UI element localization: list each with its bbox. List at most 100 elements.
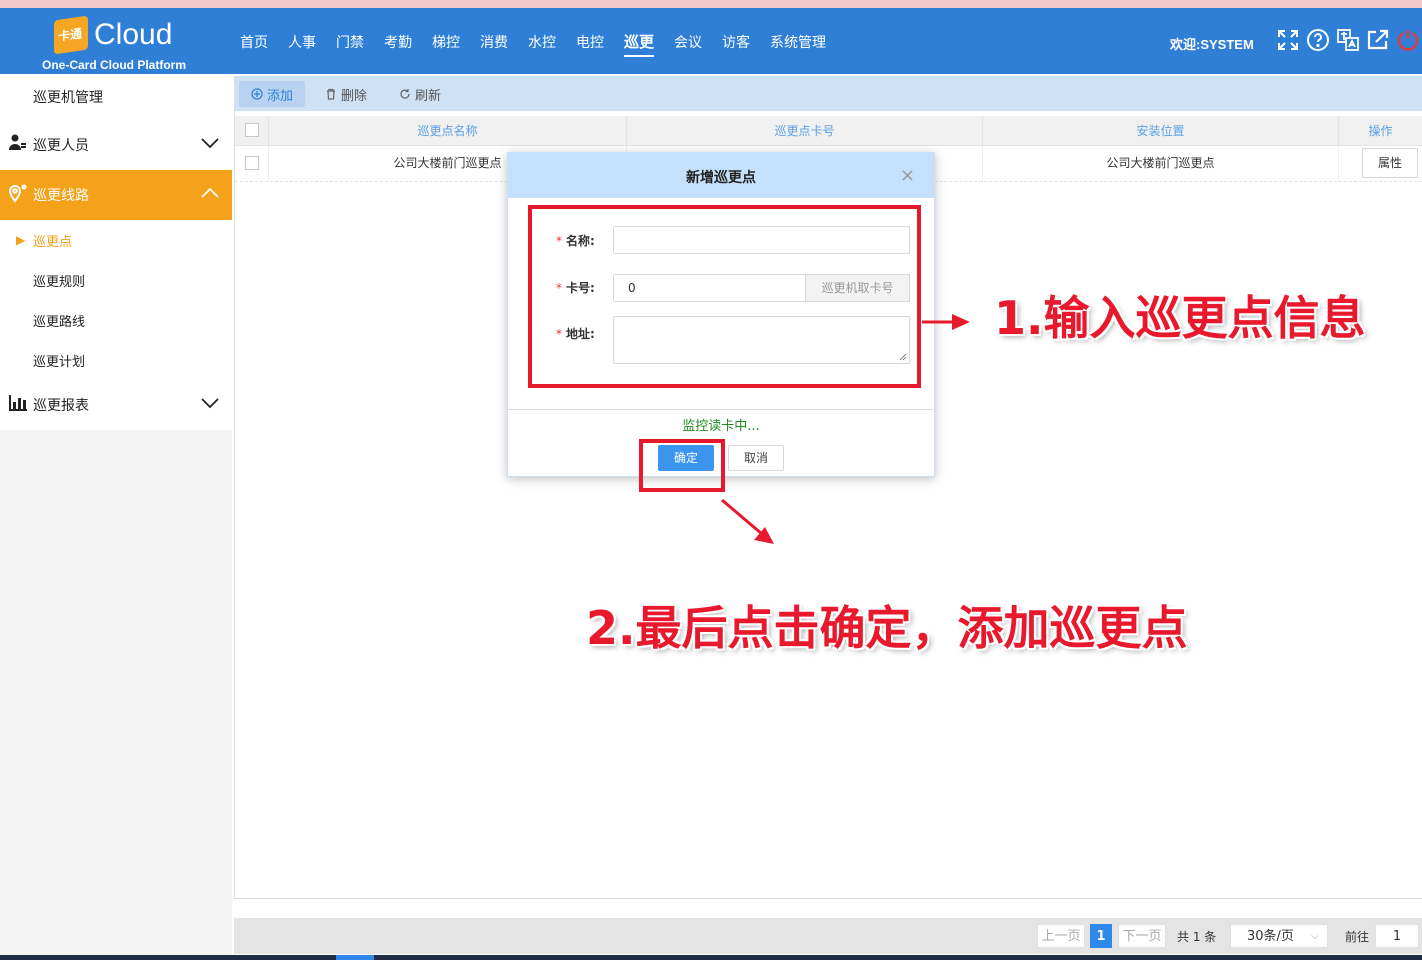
sidebar-item-patrol-routes[interactable]: 巡更路线: [0, 300, 232, 340]
confirm-button[interactable]: 确定: [658, 445, 714, 471]
arrow-down-right-icon: [721, 498, 774, 544]
nav-item-home[interactable]: 首页: [240, 32, 268, 57]
annotation-step-2: 2.最后点击确定，添加巡更点: [586, 601, 1188, 655]
row-select-cell: [235, 146, 269, 182]
add-button-label: 添加: [267, 88, 294, 104]
sidebar-group-patrol-report[interactable]: 巡更报表: [0, 380, 232, 430]
plus-circle-icon: [251, 88, 263, 100]
sidebar-item-label: 巡更路线: [33, 314, 86, 330]
sidebar-item-patrol-plans[interactable]: 巡更计划: [0, 340, 232, 380]
nav-item-attendance[interactable]: 考勤: [384, 32, 412, 57]
select-all-checkbox[interactable]: [245, 123, 259, 137]
content-bottom-border: [234, 898, 1422, 899]
nav-item-meeting[interactable]: 会议: [674, 32, 702, 57]
address-label: * 地址:: [556, 325, 595, 342]
logo[interactable]: 卡通 Cloud One-Card Cloud Platform: [40, 14, 190, 72]
dialog-separator: [508, 409, 934, 410]
chevron-down-icon: [200, 397, 220, 413]
name-label-text: 名称:: [566, 234, 595, 248]
nav-item-patrol[interactable]: 巡更: [624, 31, 655, 57]
refresh-button[interactable]: 刷新: [387, 81, 453, 107]
goto-page-input[interactable]: 1: [1375, 924, 1419, 948]
sidebar-item-label: 巡更规则: [33, 274, 86, 290]
sidebar-item-label: 巡更线路: [33, 188, 89, 204]
resize-handle-icon[interactable]: [899, 353, 907, 361]
sidebar-item-label: 巡更计划: [33, 354, 86, 370]
logo-subtitle: One-Card Cloud Platform: [42, 58, 187, 72]
fullscreen-icon[interactable]: [1276, 28, 1300, 52]
column-header-card[interactable]: 巡更点卡号: [627, 116, 983, 146]
nav-item-electric[interactable]: 电控: [576, 32, 604, 57]
nav-item-access[interactable]: 门禁: [336, 32, 364, 57]
pagination: 上一页 1 下一页 共 1 条 30条/页 ⌵ 前往 1: [234, 918, 1422, 954]
logo-text: Cloud: [94, 18, 173, 51]
properties-button[interactable]: 属性: [1362, 148, 1418, 178]
sidebar-item-patrol-machine[interactable]: 巡更机管理: [0, 74, 232, 120]
cell-location: 公司大楼前门巡更点: [983, 146, 1339, 182]
taskbar-active-item[interactable]: [336, 955, 374, 960]
add-patrol-point-dialog: 新增巡更点 × * 名称: * 卡号: 0 巡更机取卡号 * 地址: 监控读卡中...…: [507, 152, 935, 477]
chevron-up-icon: [200, 187, 220, 203]
sidebar: 巡更机管理 巡更人员 巡更线路 ▶ 巡更点 巡更规则 巡更路线 巡更计划 巡更报…: [0, 74, 232, 960]
prev-page-button[interactable]: 上一页: [1037, 924, 1085, 948]
row-checkbox[interactable]: [245, 156, 259, 170]
card-number-input[interactable]: 0: [613, 274, 806, 302]
read-card-status: 监控读卡中...: [682, 419, 760, 434]
name-input[interactable]: [613, 226, 910, 254]
goto-label: 前往: [1345, 930, 1370, 944]
bar-chart-icon: [8, 393, 28, 417]
content-border: [234, 76, 235, 898]
cancel-button[interactable]: 取消: [728, 445, 784, 471]
column-header-location[interactable]: 安装位置: [983, 116, 1339, 146]
card-label: * 卡号:: [556, 279, 595, 296]
nav-item-personnel[interactable]: 人事: [288, 32, 316, 57]
name-label: * 名称:: [556, 232, 595, 249]
next-page-button[interactable]: 下一页: [1118, 924, 1166, 948]
card-label-text: 卡号:: [566, 281, 595, 295]
select-all-cell: [235, 116, 269, 146]
sidebar-item-label: 巡更机管理: [33, 90, 103, 106]
annotation-step-1: 1.输入巡更点信息: [994, 291, 1366, 345]
map-pin-icon: [8, 183, 28, 207]
total-count: 共 1 条: [1177, 930, 1217, 944]
sidebar-group-patrol-staff[interactable]: 巡更人员: [0, 120, 232, 170]
logo-mark: 卡通: [58, 26, 83, 44]
sidebar-group-patrol-route[interactable]: 巡更线路: [0, 170, 232, 220]
address-textarea[interactable]: [613, 316, 910, 364]
add-button[interactable]: 添加: [239, 81, 306, 107]
page-number-current[interactable]: 1: [1090, 924, 1112, 948]
page-size-select[interactable]: 30条/页 ⌵: [1230, 924, 1328, 948]
sidebar-item-label: 巡更人员: [33, 138, 89, 154]
delete-button[interactable]: 删除: [313, 81, 379, 107]
nav-item-consumption[interactable]: 消费: [480, 32, 508, 57]
nav-item-water[interactable]: 水控: [528, 32, 556, 57]
user-icon: [8, 133, 28, 157]
help-icon[interactable]: [1306, 28, 1330, 52]
nav-item-elevator[interactable]: 梯控: [432, 32, 460, 57]
taskbar: [0, 955, 1422, 960]
header-icons: [1276, 28, 1422, 52]
column-header-name[interactable]: 巡更点名称: [269, 116, 627, 146]
power-icon[interactable]: [1396, 28, 1420, 52]
triangle-right-icon: ▶: [16, 233, 26, 247]
close-icon[interactable]: ×: [900, 165, 915, 186]
language-icon[interactable]: [1336, 28, 1360, 52]
sidebar-item-label: 巡更点: [33, 234, 73, 250]
main-nav: 首页 人事 门禁 考勤 梯控 消费 水控 电控 巡更 会议 访客 系统管理: [240, 32, 846, 57]
dialog-title: 新增巡更点: [686, 170, 756, 186]
sidebar-item-patrol-rules[interactable]: 巡更规则: [0, 260, 232, 300]
external-link-icon[interactable]: [1366, 28, 1390, 52]
read-card-button[interactable]: 巡更机取卡号: [805, 274, 910, 302]
welcome-user: 欢迎:SYSTEM: [1170, 37, 1254, 52]
column-header-action: 操作: [1368, 124, 1393, 138]
chevron-down-icon: ⌵: [1311, 931, 1319, 942]
top-strip: [0, 0, 1422, 8]
nav-item-visitor[interactable]: 访客: [722, 32, 750, 57]
refresh-button-label: 刷新: [415, 88, 442, 104]
table-header: 巡更点名称 巡更点卡号 安装位置 操作: [235, 116, 1422, 146]
required-mark: *: [556, 281, 562, 295]
toolbar: 添加 删除 刷新: [235, 76, 1422, 111]
nav-item-system[interactable]: 系统管理: [770, 32, 826, 57]
sidebar-item-label: 巡更报表: [33, 398, 89, 414]
sidebar-item-patrol-points[interactable]: ▶ 巡更点: [0, 220, 232, 260]
